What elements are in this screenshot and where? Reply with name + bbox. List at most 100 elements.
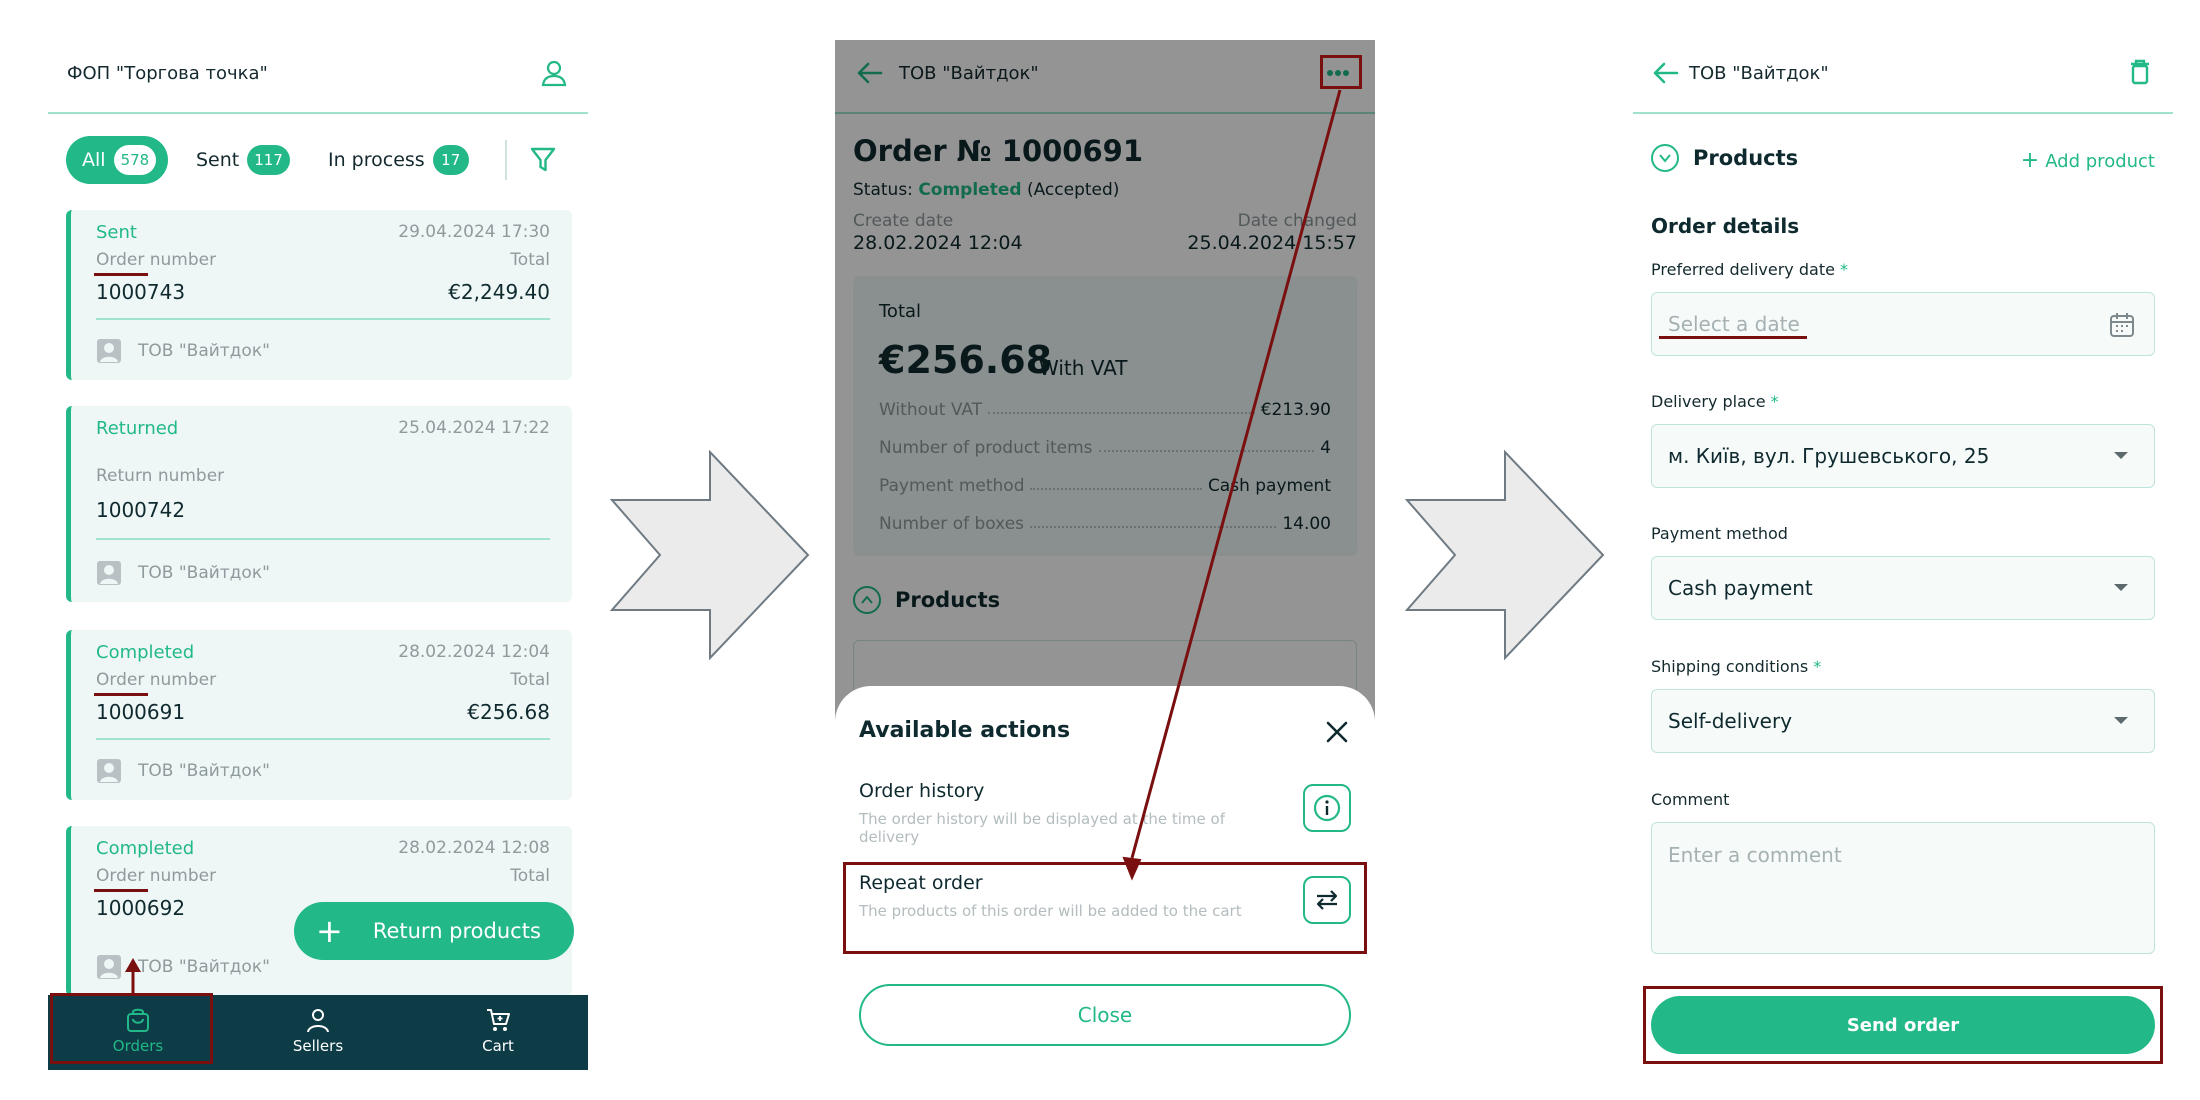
seller-row: ТОВ "Вайтдок": [96, 338, 270, 364]
card-divider: [96, 538, 550, 540]
seller-avatar-icon: [97, 759, 121, 783]
underline-annotation: [94, 273, 148, 276]
payment-method-select[interactable]: Cash payment: [1651, 556, 2155, 620]
order-number: 1000743: [96, 280, 186, 304]
calendar-icon[interactable]: [2108, 311, 2136, 339]
order-card[interactable]: Sent 29.04.2024 17:30 Order number Total…: [66, 210, 572, 380]
order-number: 1000691: [96, 700, 186, 724]
products-label: Products: [1693, 146, 1799, 170]
profile-icon[interactable]: [539, 58, 569, 88]
seller-avatar-icon: [97, 561, 121, 585]
seller-row: ТОВ "Вайтдок": [96, 758, 270, 784]
underline-annotation: [1659, 336, 1807, 339]
card-divider: [96, 318, 550, 320]
comment-textarea[interactable]: Enter a comment: [1651, 822, 2155, 954]
annotation-arrow: [1122, 89, 1342, 881]
return-products-button[interactable]: + Return products: [294, 902, 574, 960]
total-label: Total: [510, 250, 550, 270]
delivery-place-value: м. Київ, вул. Грушевського, 25: [1668, 444, 1990, 468]
filter-sent-label: Sent: [196, 149, 240, 171]
header-divider: [1633, 112, 2173, 114]
person-icon: [307, 1009, 329, 1033]
chevron-down-icon: [2114, 717, 2128, 724]
send-order-screen: ТОВ "Вайтдок" Products + Add product Orde…: [1633, 40, 2173, 1070]
app-header: ФОП "Торгова точка": [48, 40, 588, 114]
shipping-conditions-select[interactable]: Self-delivery: [1651, 689, 2155, 753]
store-title: ФОП "Торгова точка": [67, 63, 268, 84]
order-date: 28.02.2024 12:08: [398, 838, 550, 858]
header-divider: [48, 112, 588, 114]
order-date: 29.04.2024 17:30: [398, 222, 550, 242]
shipping-conditions-value: Self-delivery: [1668, 709, 1793, 733]
order-status: Returned: [96, 418, 179, 439]
add-product-label: Add product: [2045, 151, 2155, 172]
filter-all-label: All: [82, 149, 106, 171]
return-products-label: Return products: [372, 919, 541, 943]
order-number-label: Order number: [96, 866, 217, 886]
filter-icon[interactable]: [528, 144, 558, 174]
chevron-down-icon: [2114, 584, 2128, 591]
filter-sent-chip[interactable]: Sent 117: [196, 136, 290, 184]
comment-label: Comment: [1651, 790, 1730, 809]
payment-method-value: Cash payment: [1668, 576, 1813, 600]
order-total: €256.68: [467, 700, 550, 724]
delivery-date-field[interactable]: Select a date: [1651, 292, 2155, 356]
filter-in-process-count: 17: [432, 145, 469, 175]
send-order-highlight-box: [1643, 986, 2163, 1064]
seller-row: ТОВ "Вайтдок": [96, 560, 270, 586]
order-date: 25.04.2024 17:22: [398, 418, 550, 438]
order-status: Sent: [96, 222, 137, 243]
return-number-label: Return number: [96, 466, 225, 486]
order-total: €2,249.40: [448, 280, 550, 304]
cart-icon: [487, 1009, 510, 1031]
filter-all-count: 578: [113, 145, 157, 175]
order-details-heading: Order details: [1651, 214, 1800, 238]
filter-in-process-chip[interactable]: In process 17: [328, 136, 469, 184]
total-label: Total: [510, 670, 550, 690]
back-arrow-icon[interactable]: [1651, 58, 1681, 88]
order-number-label: Order number: [96, 250, 217, 270]
total-label: Total: [510, 866, 550, 886]
products-section-toggle[interactable]: Products: [1651, 144, 1798, 172]
delivery-place-select[interactable]: м. Київ, вул. Грушевського, 25: [1651, 424, 2155, 488]
nav-cart[interactable]: Cart: [408, 995, 588, 1070]
plus-icon: +: [2020, 148, 2040, 173]
filter-in-process-label: In process: [328, 149, 425, 171]
order-card[interactable]: Completed 28.02.2024 12:04 Order number …: [66, 630, 572, 800]
nav-sellers[interactable]: Sellers: [228, 995, 408, 1070]
payment-method-label: Payment method: [1651, 524, 1788, 543]
filter-sent-count: 117: [247, 145, 290, 175]
chevron-down-icon: [1651, 144, 1679, 172]
add-product-button[interactable]: + Add product: [2021, 148, 2155, 173]
order-card[interactable]: Returned 25.04.2024 17:22 Return number …: [66, 406, 572, 602]
plus-icon: +: [316, 912, 343, 950]
nav-cart-label: Cart: [482, 1037, 514, 1055]
shipping-conditions-label: Shipping conditions *: [1651, 657, 1822, 676]
filter-all-chip[interactable]: All 578: [66, 136, 168, 184]
order-status: Completed: [96, 642, 195, 663]
trash-icon[interactable]: [2125, 56, 2155, 86]
order-detail-screen: ТОВ "Вайтдок" Order № 1000691 Status: Co…: [835, 40, 1375, 1070]
orders-screen: ФОП "Торгова точка" All 578 Sent 117 In …: [48, 40, 588, 1070]
underline-annotation: [94, 693, 148, 696]
delivery-date-label: Preferred delivery date *: [1651, 260, 1849, 279]
card-divider: [96, 738, 550, 740]
order-status: Completed: [96, 838, 195, 859]
delivery-date-placeholder: Select a date: [1668, 312, 1800, 336]
seller-title: ТОВ "Вайтдок": [1689, 63, 1829, 84]
orders-highlight-box: [50, 993, 213, 1064]
step-arrow-icon: [610, 450, 810, 660]
order-date: 28.02.2024 12:04: [398, 642, 550, 662]
seller-name: ТОВ "Вайтдок": [138, 341, 270, 361]
order-number-label: Order number: [96, 670, 217, 690]
nav-sellers-label: Sellers: [292, 1037, 344, 1055]
delivery-place-label: Delivery place *: [1651, 392, 1779, 411]
order-number: 1000692: [96, 896, 186, 920]
seller-name: ТОВ "Вайтдок": [138, 957, 270, 977]
seller-name: ТОВ "Вайтдок": [138, 563, 270, 583]
underline-annotation: [94, 889, 148, 892]
return-number: 1000742: [96, 498, 186, 522]
seller-avatar-icon: [97, 339, 121, 363]
highlight-pointer-arrow: [125, 958, 141, 994]
step-arrow-icon: [1405, 450, 1605, 660]
